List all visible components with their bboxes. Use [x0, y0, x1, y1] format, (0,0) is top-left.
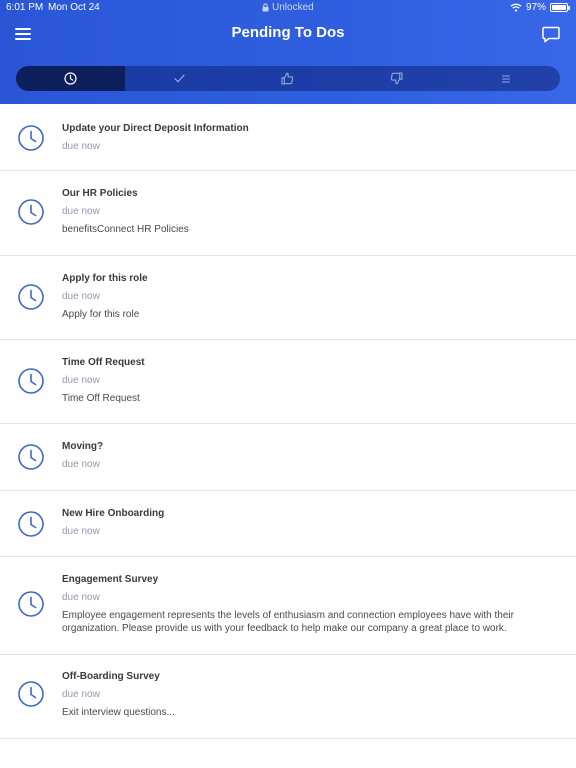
- page-title: Pending To Dos: [231, 24, 345, 41]
- todo-due: due now: [62, 689, 100, 700]
- clock-icon: [18, 125, 44, 151]
- todo-title: Moving?: [62, 441, 104, 452]
- battery-percent: 97%: [525, 2, 546, 13]
- todo-due: due now: [62, 592, 100, 603]
- clock-icon: [18, 284, 44, 310]
- clock-icon: [18, 591, 44, 617]
- thumbs-down-icon: [391, 72, 403, 85]
- todo-due: due now: [62, 459, 100, 470]
- clock-icon: [18, 444, 44, 470]
- todo-title: New Hire Onboarding: [62, 508, 165, 519]
- todo-item-moving[interactable]: Moving? due now: [0, 424, 576, 491]
- todo-item-new-hire-onboarding[interactable]: New Hire Onboarding due now: [0, 491, 576, 557]
- todo-title: Our HR Policies: [62, 188, 138, 199]
- todo-title: Time Off Request: [62, 357, 145, 368]
- todo-due: due now: [62, 375, 100, 386]
- todo-item-off-boarding-survey[interactable]: Off-Boarding Survey due now Exit intervi…: [0, 655, 576, 739]
- tab-pending[interactable]: [16, 66, 125, 91]
- status-bar: 6:01 PM Mon Oct 24 Unlocked 97%: [0, 0, 576, 16]
- clock-icon: [64, 72, 77, 85]
- todo-title: Off-Boarding Survey: [62, 671, 160, 682]
- chat-bubble-icon: [542, 26, 560, 42]
- todo-item-hr-policies[interactable]: Our HR Policies due now benefitsConnect …: [0, 171, 576, 256]
- status-lock: Unlocked: [262, 2, 314, 13]
- todo-description: Exit interview questions...: [62, 707, 175, 718]
- battery-icon: [550, 3, 570, 12]
- todo-due: due now: [62, 206, 100, 217]
- clock-icon: [18, 681, 44, 707]
- todo-title: Apply for this role: [62, 273, 148, 284]
- lock-status-text: Unlocked: [272, 2, 314, 13]
- filter-segmented-control: [16, 66, 560, 91]
- thumbs-up-icon: [281, 72, 294, 85]
- tab-completed[interactable]: [125, 66, 234, 91]
- app-header: 6:01 PM Mon Oct 24 Unlocked 97% Pending …: [0, 0, 576, 104]
- todo-description: Time Off Request: [62, 393, 140, 404]
- lock-icon: [262, 3, 269, 12]
- checkmark-icon: [174, 74, 185, 83]
- todo-item-engagement-survey[interactable]: Engagement Survey due now Employee engag…: [0, 557, 576, 655]
- todo-due: due now: [62, 291, 100, 302]
- wifi-icon: [510, 3, 522, 12]
- tab-approved[interactable]: [234, 66, 343, 91]
- status-right: 97%: [510, 2, 570, 13]
- todo-item-time-off[interactable]: Time Off Request due now Time Off Reques…: [0, 340, 576, 424]
- clock-icon: [18, 511, 44, 537]
- todo-description: Employee engagement represents the level…: [62, 610, 514, 634]
- todo-list: Update your Direct Deposit Information d…: [0, 104, 576, 739]
- tab-declined[interactable]: [342, 66, 451, 91]
- todo-due: due now: [62, 141, 100, 152]
- todo-description: Apply for this role: [62, 309, 140, 320]
- status-time: 6:01 PM: [6, 2, 44, 13]
- clock-icon: [18, 368, 44, 394]
- clock-icon: [18, 199, 44, 225]
- todo-due: due now: [62, 526, 100, 537]
- todo-description: benefitsConnect HR Policies: [62, 224, 189, 235]
- todo-title: Engagement Survey: [62, 574, 159, 585]
- status-date: Mon Oct 24: [48, 2, 100, 13]
- list-icon: [501, 75, 510, 82]
- tab-all[interactable]: [451, 66, 560, 91]
- todo-title: Update your Direct Deposit Information: [62, 123, 249, 134]
- todo-item-direct-deposit[interactable]: Update your Direct Deposit Information d…: [0, 104, 576, 171]
- todo-item-apply-role[interactable]: Apply for this role due now Apply for th…: [0, 256, 576, 340]
- messages-button[interactable]: [538, 22, 564, 46]
